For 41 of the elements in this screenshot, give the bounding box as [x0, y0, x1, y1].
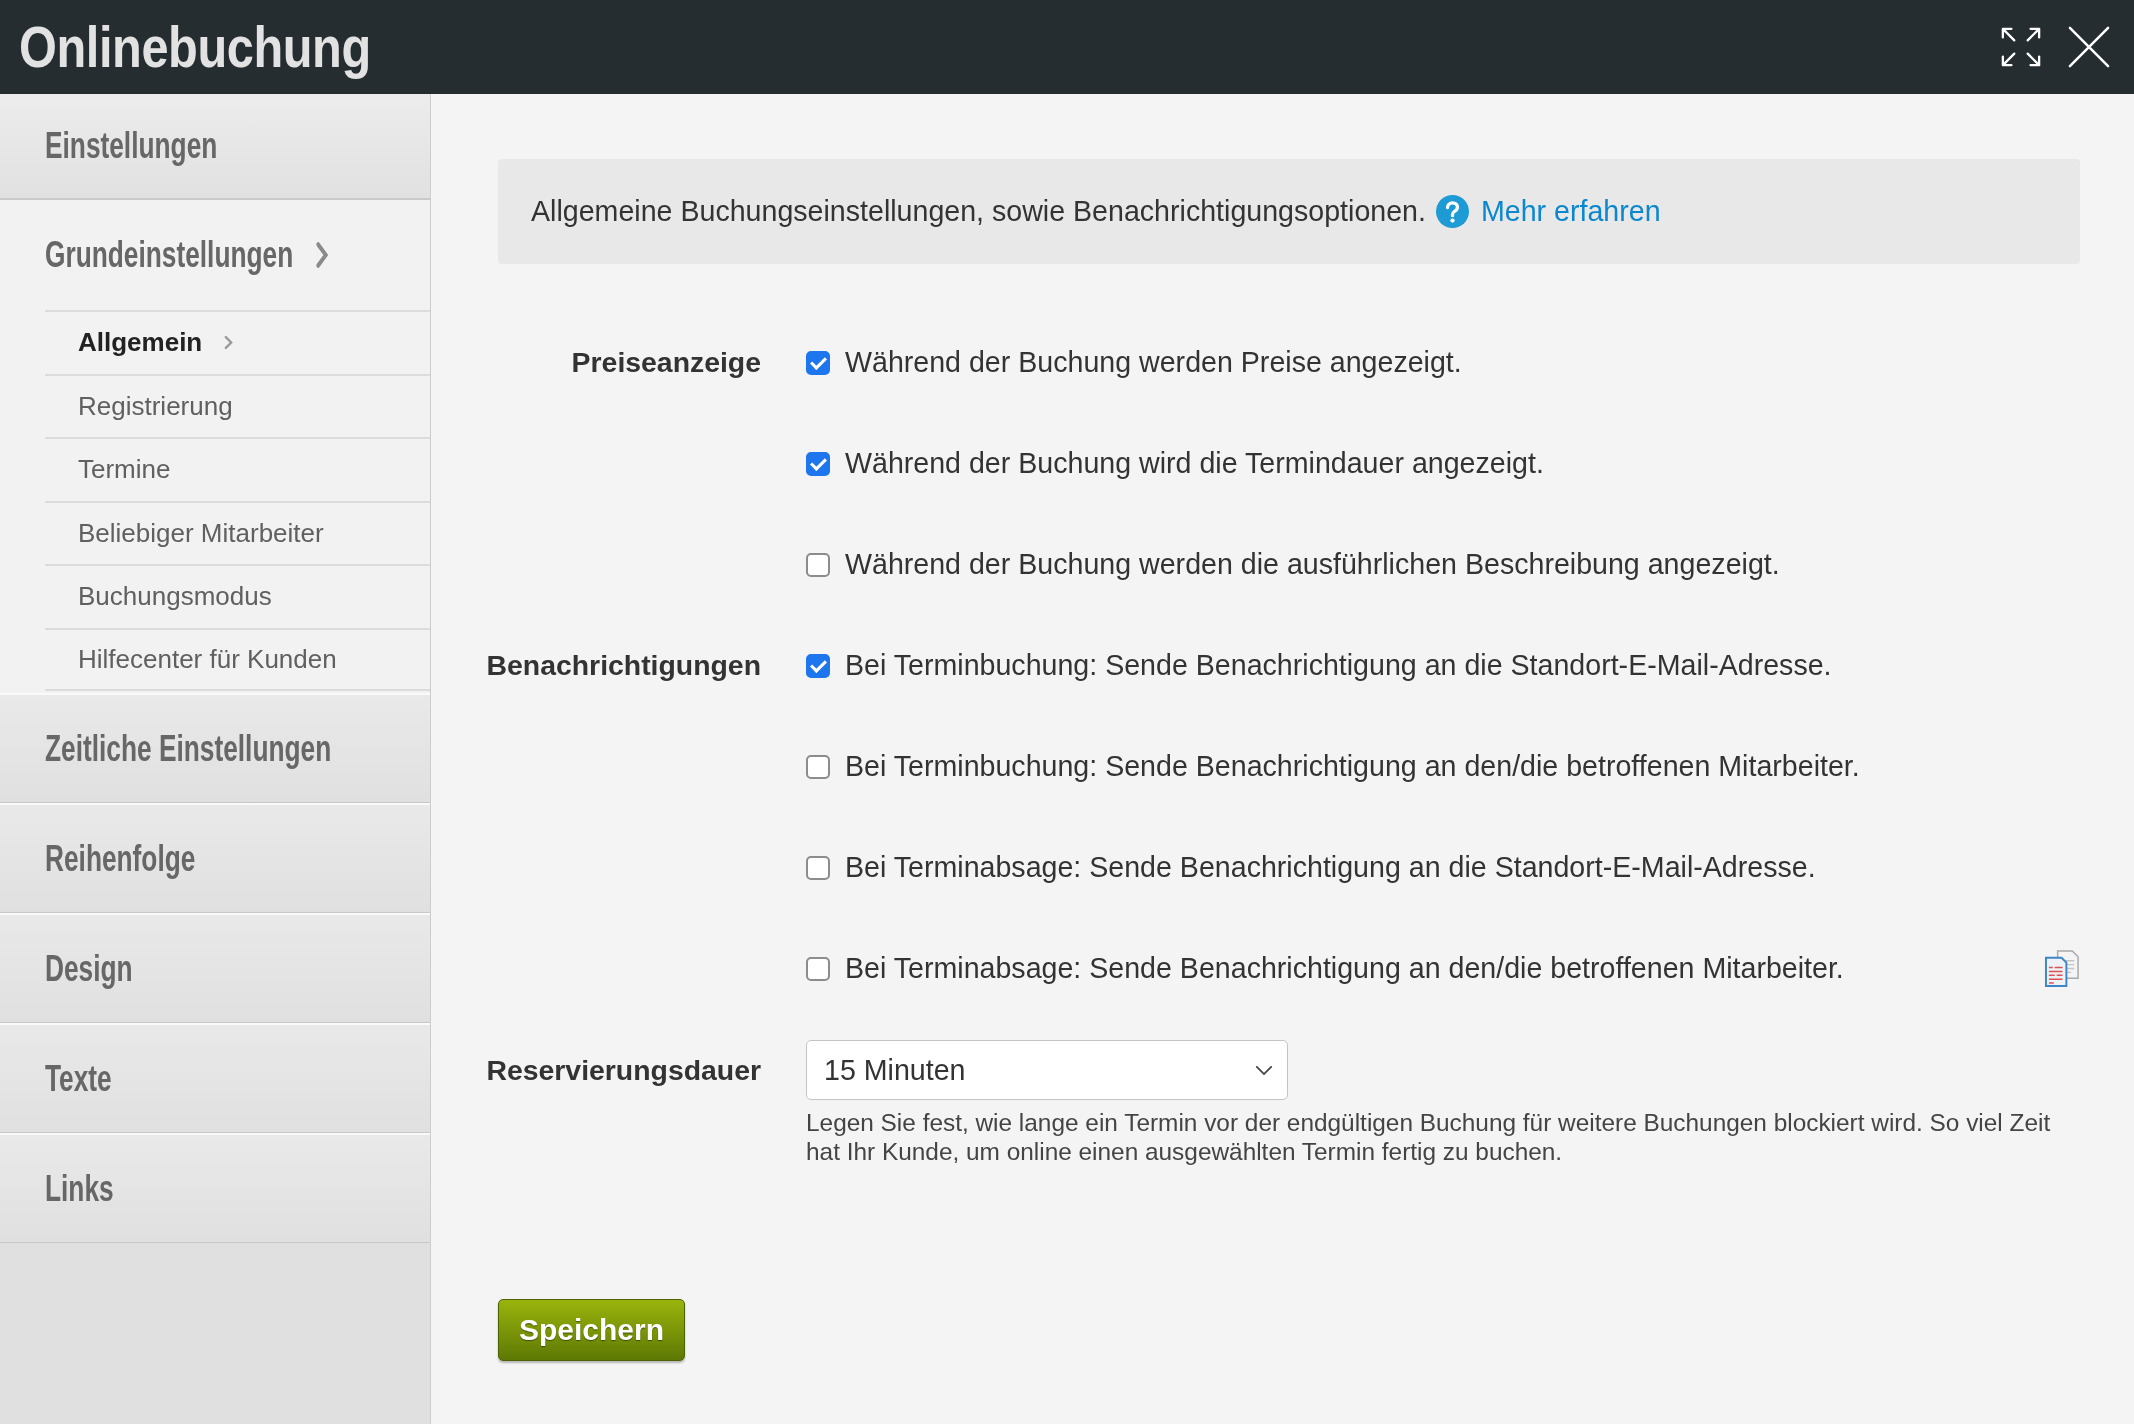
- expand-icon[interactable]: [2000, 26, 2042, 68]
- sidebar-subitem[interactable]: Buchungsmodus: [45, 564, 430, 628]
- help-icon[interactable]: [1435, 195, 1469, 228]
- checkbox-label: Bei Terminabsage: Sende Benachrichtigung an die Standort-E-Mail-Adresse.: [845, 851, 1816, 884]
- sidebar-subitem[interactable]: Beliebiger Mitarbeiter: [45, 500, 430, 564]
- checkbox[interactable]: [806, 754, 830, 779]
- sidebar-subitem[interactable]: Registrierung: [45, 373, 430, 437]
- checkbox-label: Während der Buchung werden Preise angezeigt.: [845, 346, 1462, 379]
- chevron-right-icon: [315, 241, 330, 269]
- save-button[interactable]: Speichern: [498, 1299, 685, 1361]
- sidebar-item[interactable]: Links: [0, 1133, 430, 1243]
- sidebar-subitem[interactable]: Termine: [45, 437, 430, 501]
- sidebar-item[interactable]: Zeitliche Einstellungen: [0, 693, 430, 803]
- learn-more-link[interactable]: Mehr erfahren: [1480, 195, 1661, 228]
- field-label: Preiseanzeige: [571, 346, 761, 379]
- checkbox-label: Bei Terminbuchung: Sende Benachrichtigung an den/die betroffenen Mitarbeiter.: [845, 750, 1860, 783]
- help-text: Legen Sie fest, wie lange ein Termin vor der endgültigen Buchung für weitere Buchungen blockiert wird. So viel Zeit hat Ihr Kunde, um online einen ausgewählten Termin fertig zu buchen.: [806, 1108, 2052, 1166]
- checkbox-label: Während der Buchung werden die ausführlichen Beschreibung angezeigt.: [845, 548, 1780, 581]
- info-text: Allgemeine Buchungseinstellungen, sowie Benachrichtigungsoptionen.: [531, 195, 1426, 228]
- chevron-down-icon: [1255, 1064, 1273, 1076]
- checkbox[interactable]: [806, 552, 830, 577]
- field-label: Benachrichtigungen: [486, 649, 761, 682]
- sidebar-subitem[interactable]: Allgemein: [45, 310, 430, 374]
- sidebar-heading: Einstellungen: [0, 94, 430, 200]
- checkbox-label: Während der Buchung wird die Termindauer angezeigt.: [845, 447, 1544, 480]
- chevron-right-icon: [224, 335, 234, 351]
- checkbox[interactable]: [806, 956, 830, 981]
- checkbox[interactable]: [806, 350, 830, 375]
- checkbox[interactable]: [806, 653, 830, 678]
- checkbox[interactable]: [806, 451, 830, 476]
- documents-icon[interactable]: [2045, 950, 2080, 987]
- sidebar-item[interactable]: Design: [0, 913, 430, 1023]
- checkbox-label: Bei Terminabsage: Sende Benachrichtigung an den/die betroffenen Mitarbeiter.: [845, 952, 1844, 985]
- field-label: Reservierungsdauer: [486, 1053, 761, 1087]
- checkbox[interactable]: [806, 855, 830, 880]
- duration-select[interactable]: 15 Minuten: [806, 1040, 1288, 1100]
- sidebar-item[interactable]: Reihenfolge: [0, 803, 430, 913]
- close-icon[interactable]: [2068, 26, 2110, 68]
- checkbox-label: Bei Terminbuchung: Sende Benachrichtigung an die Standort-E-Mail-Adresse.: [845, 649, 1832, 682]
- sidebar-subitem[interactable]: Hilfecenter für Kunden: [45, 627, 430, 691]
- sidebar-item[interactable]: Texte: [0, 1023, 430, 1133]
